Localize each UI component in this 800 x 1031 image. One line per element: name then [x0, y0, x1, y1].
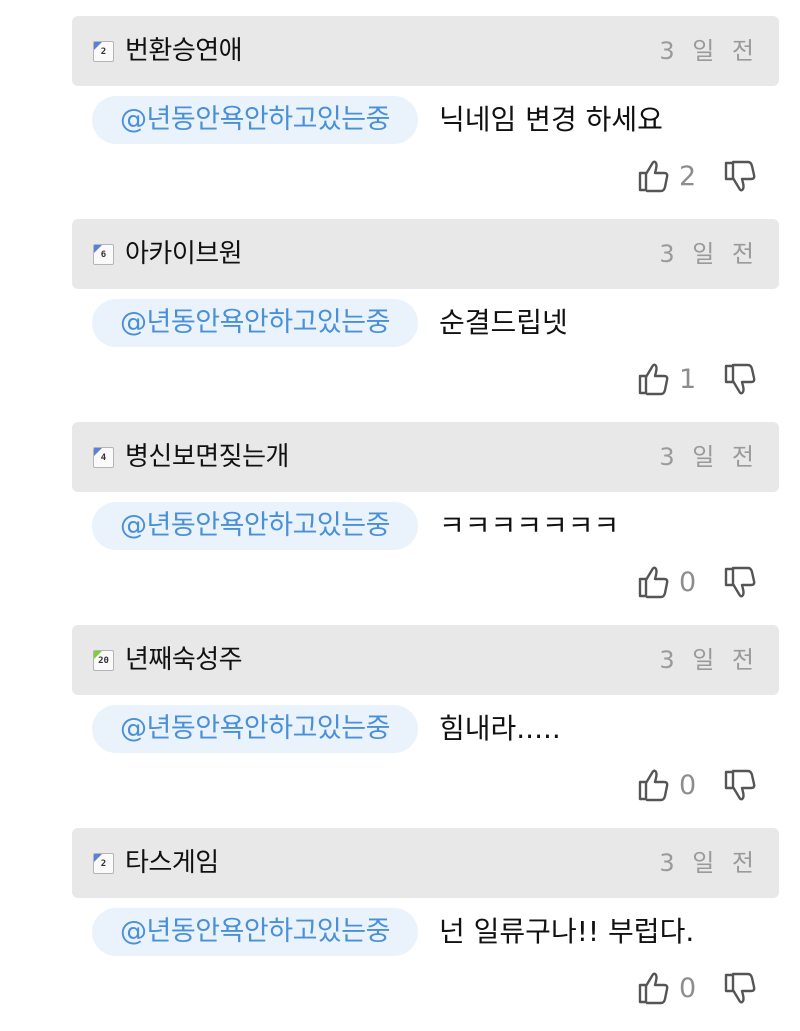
- thumbs-up-icon[interactable]: [637, 564, 671, 600]
- author-nickname[interactable]: 타스게임: [125, 845, 219, 881]
- mention-tag[interactable]: @년동안욕안하고있는중: [92, 705, 418, 753]
- like-count: 1: [679, 364, 697, 395]
- like-count: 2: [679, 161, 697, 192]
- author-nickname[interactable]: 년째숙성주: [125, 642, 243, 678]
- comment-time: 3 일 전: [659, 646, 759, 674]
- thumbs-down-icon[interactable]: [723, 769, 759, 805]
- level-badge-icon: 2: [93, 41, 114, 62]
- comment-header: 4 병신보면짖는개 3 일 전: [72, 422, 779, 492]
- comment-item: 20 년째숙성주 3 일 전 @년동안욕안하고있는중 힘내라..... 0: [0, 625, 800, 828]
- thumbs-down-icon[interactable]: [723, 972, 759, 1008]
- comment-header: 2 번환승연애 3 일 전: [72, 16, 779, 86]
- comment-time: 3 일 전: [659, 443, 759, 471]
- like-count: 0: [679, 973, 697, 1004]
- mention-tag[interactable]: @년동안욕안하고있는중: [92, 908, 418, 956]
- comment-time: 3 일 전: [659, 849, 759, 877]
- mention-tag[interactable]: @년동안욕안하고있는중: [92, 96, 418, 144]
- comment-text: 넌 일류구나!! 부럽다.: [439, 915, 695, 948]
- like-count: 0: [679, 770, 697, 801]
- thumbs-down-icon[interactable]: [723, 566, 759, 602]
- comment-text: 닉네임 변경 하세요: [439, 103, 663, 136]
- thumbs-up-icon[interactable]: [637, 970, 671, 1006]
- comment-header: 20 년째숙성주 3 일 전: [72, 625, 779, 695]
- comment-time: 3 일 전: [659, 37, 759, 65]
- thumbs-up-icon[interactable]: [637, 767, 671, 803]
- like-count: 0: [679, 567, 697, 598]
- comment-text: 힘내라.....: [439, 712, 561, 745]
- level-badge-icon: 4: [93, 447, 114, 468]
- thumbs-down-icon[interactable]: [723, 363, 759, 399]
- thumbs-down-icon[interactable]: [723, 160, 759, 196]
- comment-time: 3 일 전: [659, 240, 759, 268]
- author-nickname[interactable]: 병신보면짖는개: [125, 439, 289, 475]
- comment-text: ㅋㅋㅋㅋㅋㅋㅋ: [439, 509, 620, 542]
- level-badge-icon: 20: [93, 650, 114, 671]
- author-nickname[interactable]: 번환승연애: [125, 33, 243, 69]
- comment-item: 2 번환승연애 3 일 전 @년동안욕안하고있는중 닉네임 변경 하세요 2: [0, 16, 800, 219]
- comment-header: 2 타스게임 3 일 전: [72, 828, 779, 898]
- comment-text: 순결드립넷: [439, 306, 568, 339]
- thumbs-up-icon[interactable]: [637, 158, 671, 194]
- author-nickname[interactable]: 아카이브원: [125, 236, 243, 272]
- comment-item: 6 아카이브원 3 일 전 @년동안욕안하고있는중 순결드립넷 1: [0, 219, 800, 422]
- thumbs-up-icon[interactable]: [637, 361, 671, 397]
- level-badge-icon: 6: [93, 244, 114, 265]
- mention-tag[interactable]: @년동안욕안하고있는중: [92, 502, 418, 550]
- comment-item: 4 병신보면짖는개 3 일 전 @년동안욕안하고있는중 ㅋㅋㅋㅋㅋㅋㅋ 0: [0, 422, 800, 625]
- comment-header: 6 아카이브원 3 일 전: [72, 219, 779, 289]
- level-badge-icon: 2: [93, 853, 114, 874]
- mention-tag[interactable]: @년동안욕안하고있는중: [92, 299, 418, 347]
- comment-item: 2 타스게임 3 일 전 @년동안욕안하고있는중 넌 일류구나!! 부럽다. 0: [0, 828, 800, 1031]
